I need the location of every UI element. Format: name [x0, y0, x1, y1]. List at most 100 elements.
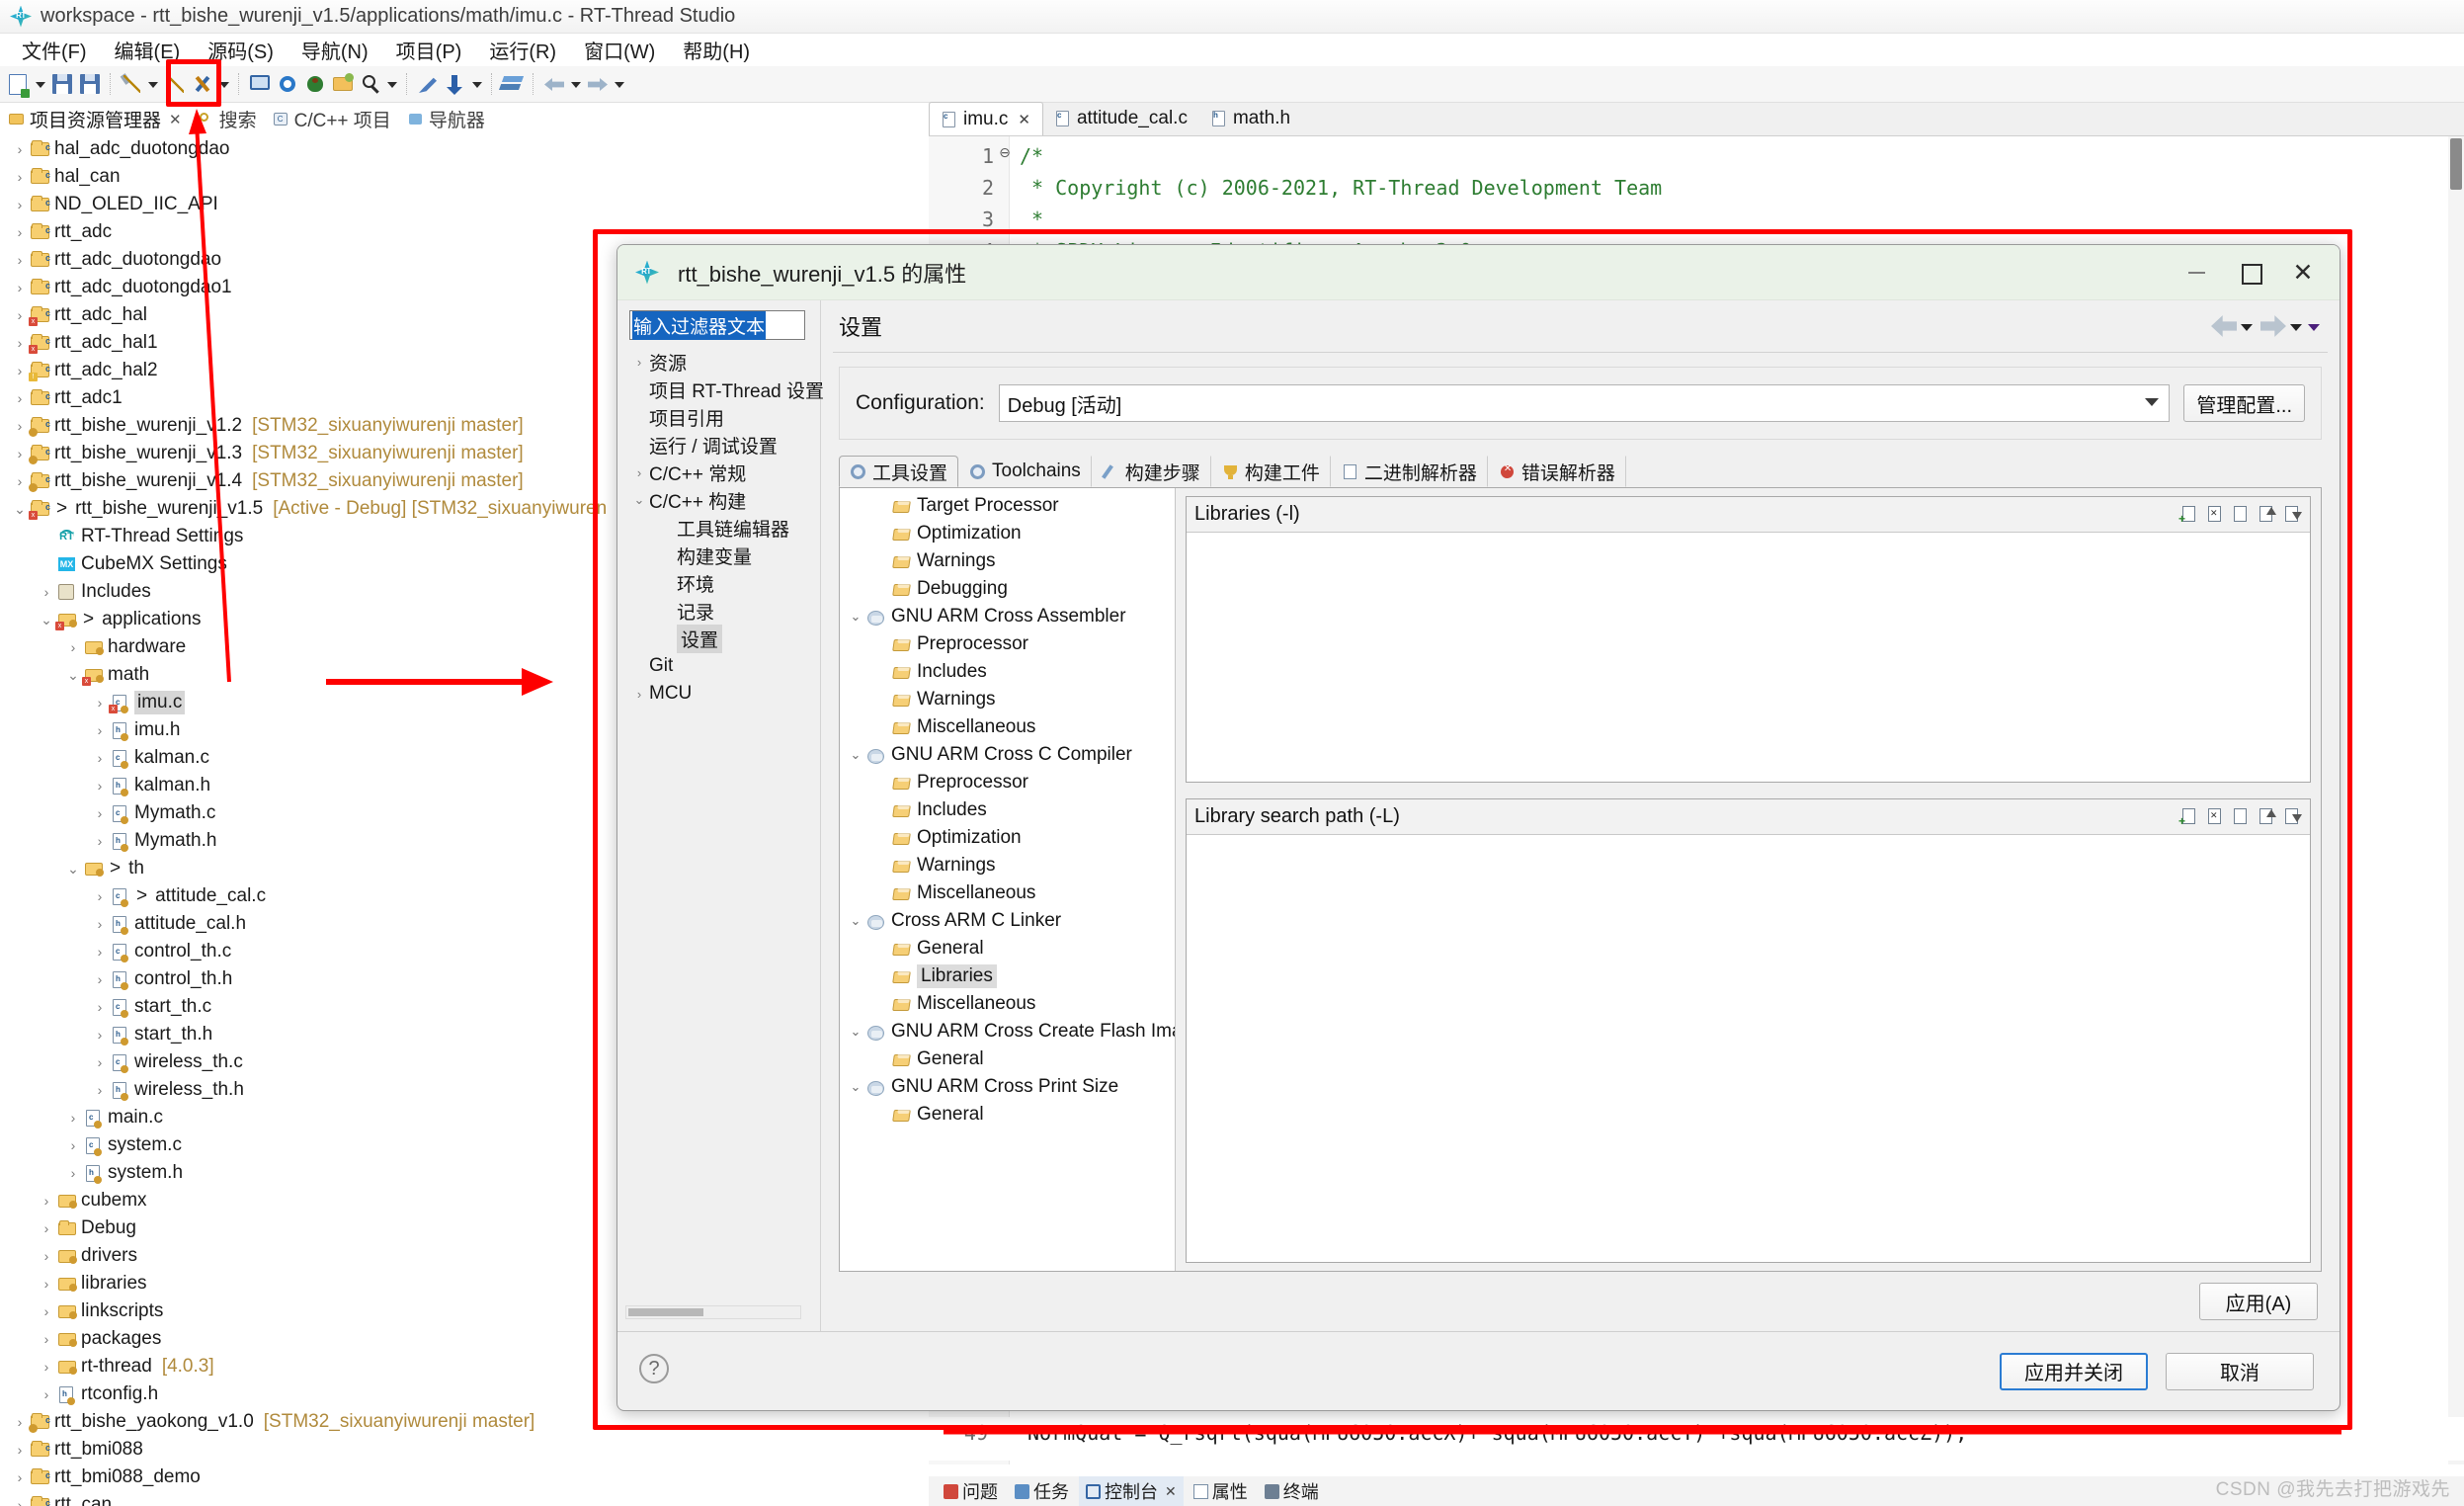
view-menu-icon[interactable] [2306, 313, 2322, 339]
delete-icon[interactable]: ✕ [2206, 505, 2225, 524]
configuration-select[interactable]: Debug [活动] [998, 384, 2171, 422]
tab-project-explorer[interactable]: 项目资源管理器 ✕ [0, 106, 190, 132]
close-icon[interactable]: ✕ [1165, 1483, 1177, 1500]
edit-icon[interactable] [2232, 505, 2251, 524]
tool-tree-item-debugging[interactable]: Debugging [840, 575, 1175, 603]
chevron-right-icon[interactable]: › [12, 1414, 28, 1430]
chevron-down-icon[interactable]: ⌄ [846, 1024, 865, 1040]
chevron-down-icon[interactable]: ⌄ [846, 913, 865, 929]
chevron-right-icon[interactable]: › [39, 584, 54, 600]
forward-arrow-icon[interactable] [2260, 315, 2286, 337]
chevron-right-icon[interactable]: › [631, 355, 647, 370]
search-dropdown-icon[interactable] [385, 71, 399, 97]
chevron-right-icon[interactable]: › [92, 1027, 108, 1043]
menu-item-help[interactable]: 帮助(H) [669, 34, 764, 66]
libraries-list[interactable] [1187, 533, 2310, 782]
chevron-right-icon[interactable]: › [92, 805, 108, 821]
forward-dropdown-icon[interactable] [2288, 313, 2304, 339]
chevron-right-icon[interactable]: › [12, 169, 28, 185]
dialog-nav-item-Git[interactable]: Git [629, 652, 820, 680]
tab-build-artifact[interactable]: 构建工件 [1211, 456, 1331, 487]
back-dropdown-icon[interactable] [569, 71, 583, 97]
chevron-right-icon[interactable]: › [92, 888, 108, 904]
move-up-icon[interactable] [2258, 505, 2276, 524]
chevron-down-icon[interactable]: ⌄ [846, 747, 865, 763]
bottom-tab-console[interactable]: 控制台 ✕ [1079, 1476, 1184, 1506]
chevron-down-icon[interactable]: ⌄ [631, 492, 647, 508]
tab-toolchains[interactable]: Toolchains [958, 456, 1092, 487]
editor-tab-attitude-cal-c[interactable]: c attitude_cal.c [1043, 102, 1199, 135]
chevron-right-icon[interactable]: › [631, 687, 647, 702]
terminal-monitor-icon[interactable] [247, 71, 273, 97]
chevron-right-icon[interactable]: › [65, 1165, 81, 1181]
menu-item-edit[interactable]: 编辑(E) [101, 34, 195, 66]
help-icon[interactable]: ? [639, 1354, 669, 1383]
chevron-right-icon[interactable]: › [12, 335, 28, 351]
dialog-nav-item-环境[interactable]: 环境 [629, 569, 820, 597]
chevron-right-icon[interactable]: › [12, 307, 28, 323]
chevron-down-icon[interactable]: ⌄ [65, 667, 81, 684]
editor-tab-math-h[interactable]: h math.h [1199, 102, 1302, 135]
chevron-right-icon[interactable]: › [92, 1054, 108, 1070]
filter-input[interactable]: 输入过滤器文本 [629, 310, 805, 340]
fold-toggle-icon[interactable]: ⊖ [998, 144, 1012, 161]
chevron-right-icon[interactable]: › [39, 1386, 54, 1402]
tool-tree-item-miscellaneous[interactable]: Miscellaneous [840, 990, 1175, 1018]
tree-item-hal-can[interactable]: › c hal_can [0, 163, 929, 191]
bottom-tab-properties[interactable]: 属性 [1187, 1476, 1255, 1506]
bottom-tab-problems[interactable]: 问题 [937, 1476, 1005, 1506]
tree-item-rtt-can[interactable]: › c rtt_can [0, 1491, 929, 1506]
chevron-right-icon[interactable]: › [12, 1469, 28, 1485]
tab-navigator[interactable]: 导航器 [399, 106, 493, 132]
tool-tree-item-optimization[interactable]: Optimization [840, 824, 1175, 852]
library-search-path-list[interactable] [1187, 835, 2310, 1262]
build-dropdown-icon[interactable] [146, 71, 160, 97]
dialog-nav-item-设置[interactable]: 设置 [629, 624, 820, 653]
move-down-icon[interactable] [2283, 505, 2302, 524]
chevron-right-icon[interactable]: › [92, 750, 108, 766]
dialog-nav-item-记录[interactable]: 记录 [629, 597, 820, 625]
dialog-nav-tree[interactable]: › 资源 项目 RT-Thread 设置 项目引用 运行 / 调试设置 › C/C++ 常规… [629, 348, 824, 708]
cancel-button[interactable]: 取消 [2166, 1352, 2314, 1390]
chevron-down-icon[interactable]: ⌄ [39, 612, 54, 628]
tab-error-parsers[interactable]: 错误解析器 [1488, 456, 1626, 487]
bottom-tab-terminal[interactable]: 终端 [1258, 1476, 1326, 1506]
chevron-right-icon[interactable]: › [92, 722, 108, 738]
tool-tree-item-libraries[interactable]: Libraries [840, 962, 1175, 990]
move-up-icon[interactable] [2258, 807, 2276, 826]
close-button[interactable]: ✕ [2276, 256, 2330, 290]
chevron-right-icon[interactable]: › [12, 363, 28, 378]
chevron-right-icon[interactable]: › [12, 390, 28, 406]
dialog-nav-item-项目-RT-Thread-设置[interactable]: 项目 RT-Thread 设置 [629, 376, 824, 403]
forward-dropdown-icon[interactable] [613, 71, 626, 97]
tool-tree-item-optimization[interactable]: Optimization [840, 520, 1175, 547]
dialog-nav-item-构建变量[interactable]: 构建变量 [629, 542, 820, 569]
chevron-right-icon[interactable]: › [65, 1110, 81, 1126]
chevron-right-icon[interactable]: › [12, 252, 28, 268]
pen-edit-icon[interactable] [415, 71, 441, 97]
back-arrow-icon[interactable] [541, 71, 567, 97]
tab-binary-parsers[interactable]: 二进制解析器 [1331, 456, 1488, 487]
dialog-nav-item-运行-调试设置[interactable]: 运行 / 调试设置 [629, 431, 820, 459]
add-icon[interactable]: + [2178, 505, 2199, 525]
tool-tree-item-includes[interactable]: Includes [840, 796, 1175, 824]
add-icon[interactable]: + [2178, 807, 2199, 827]
editor-tab-imu-c[interactable]: c imu.c ✕ [929, 102, 1043, 135]
menu-item-navigate[interactable]: 导航(N) [287, 34, 382, 66]
manage-configurations-button[interactable]: 管理配置... [2183, 384, 2305, 422]
chevron-right-icon[interactable]: › [12, 197, 28, 212]
chevron-down-icon[interactable]: ⌄ [846, 609, 865, 625]
close-icon[interactable]: ✕ [169, 111, 182, 128]
bottom-tab-tasks[interactable]: 任务 [1008, 1476, 1076, 1506]
tool-tree-item-gnu-arm-cross-create-flash-image[interactable]: ⌄ GNU ARM Cross Create Flash Image [840, 1018, 1175, 1046]
chevron-right-icon[interactable]: › [12, 224, 28, 240]
apply-and-close-button[interactable]: 应用并关闭 [2000, 1352, 2148, 1390]
tool-tree-item-miscellaneous[interactable]: Miscellaneous [840, 879, 1175, 907]
chevron-right-icon[interactable]: › [92, 999, 108, 1015]
chevron-right-icon[interactable]: › [631, 465, 647, 480]
chevron-right-icon[interactable]: › [92, 916, 108, 932]
maximize-button[interactable] [2223, 256, 2276, 290]
tree-item-rtt-bmi088-demo[interactable]: › c rtt_bmi088_demo [0, 1464, 929, 1491]
save-icon[interactable] [49, 71, 75, 97]
apply-button[interactable]: 应用(A) [2199, 1283, 2318, 1320]
